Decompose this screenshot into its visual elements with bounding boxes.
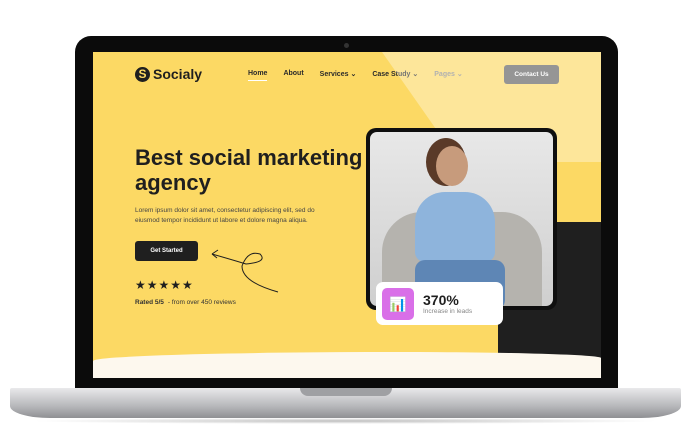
hero-title: Best social marketing agency [135,145,363,195]
nav-services-label: Services [319,71,349,78]
rated-label: Rated 5/5 [135,299,164,306]
arrow-scribble-icon [211,249,279,293]
get-started-button[interactable]: Get Started [135,241,198,261]
reviews-label: - from over 450 reviews [167,299,236,306]
stat-card: 📊 370% Increase in leads [376,282,503,325]
camera-icon [344,43,349,48]
brand-name: Socialy [153,66,203,82]
laptop-shadow [30,418,661,424]
website-screen: S Socialy Home About Services ⌄ Case Stu… [93,52,601,378]
stat-value: 370% [423,292,459,308]
laptop-notch [300,388,392,396]
hero-photo [370,132,553,306]
nav-about[interactable]: About [283,70,303,81]
brand-logo[interactable]: S Socialy [135,66,202,82]
rating-text: Rated 5/5- from over 450 reviews [135,299,236,306]
hero-lead: Lorem ipsum dolor sit amet, consectetur … [135,207,315,224]
stat-label: Increase in leads [423,308,473,315]
logo-mark-icon: S [135,66,150,82]
bottom-wave [93,352,601,378]
nav-home[interactable]: Home [248,70,268,81]
nav-services[interactable]: Services ⌄ [320,70,357,81]
chevron-down-icon: ⌄ [350,71,357,78]
rating-stars: ★★★★★ [135,278,194,292]
bar-chart-growth-icon: 📊 [382,287,414,320]
